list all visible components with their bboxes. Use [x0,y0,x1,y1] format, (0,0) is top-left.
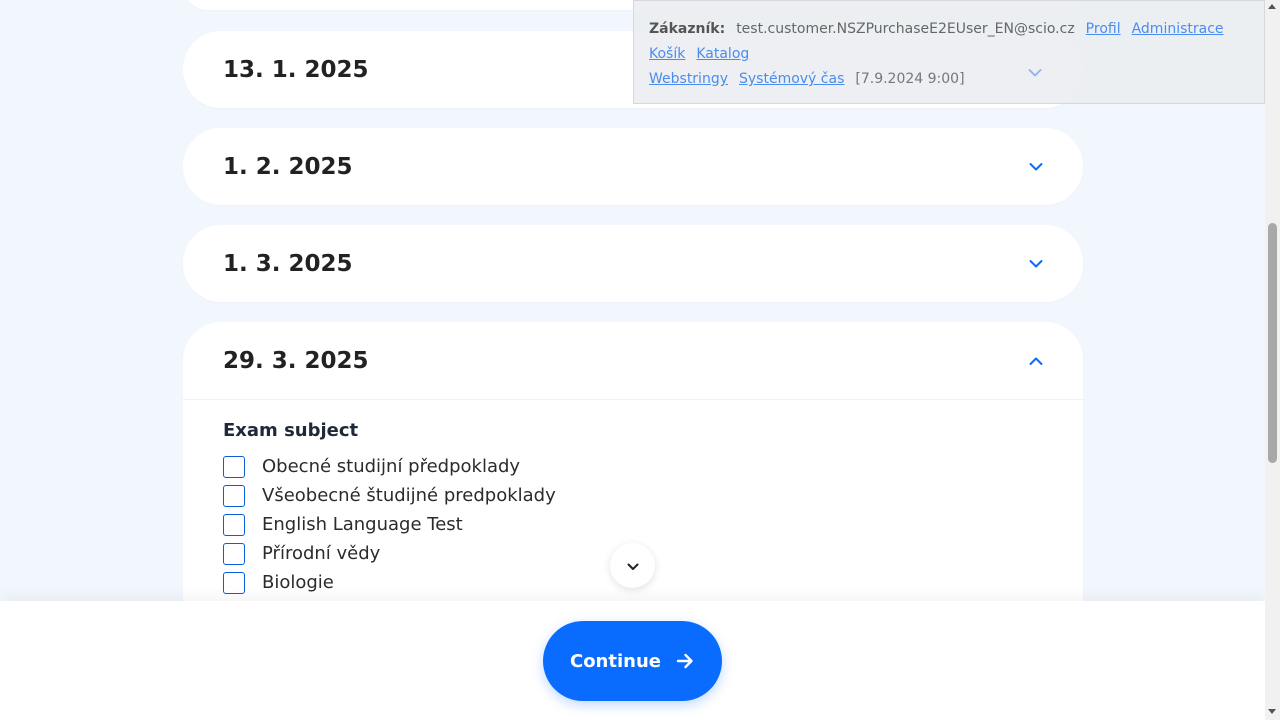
date-card-1-3-2025: 1. 3. 2025 [183,225,1083,302]
continue-label: Continue [569,650,661,672]
chevron-down-icon[interactable] [1028,62,1042,87]
date-card-header[interactable]: 1. 3. 2025 [183,225,1083,302]
webstringy-link[interactable]: Webstringy [649,71,728,87]
subject-checkbox[interactable] [223,513,245,536]
admin-row-2: Košík Katalog [649,42,1249,67]
subject-label: Biologie [262,572,334,593]
subject-option[interactable]: English Language Test [223,510,1043,539]
scroll-up-arrow-icon[interactable] [1268,4,1276,9]
subject-option[interactable]: Všeobecné študijné predpoklady [223,481,1043,510]
footer-bar: Continue [0,601,1265,720]
date-label: 13. 1. 2025 [223,56,369,83]
subject-checkbox[interactable] [223,484,245,507]
kosik-link[interactable]: Košík [649,46,685,62]
page-scrollbar[interactable] [1265,0,1280,720]
chevron-down-icon [1029,160,1043,174]
chevron-down-icon [1029,257,1043,271]
subject-option[interactable]: Obecné studijní předpoklady [223,452,1043,481]
date-card-header[interactable]: 1. 2. 2025 [183,128,1083,205]
continue-button[interactable]: Continue [543,621,722,701]
subject-label: Všeobecné študijné predpoklady [262,485,556,506]
exam-subject-label: Exam subject [223,420,359,441]
date-label: 1. 2. 2025 [223,153,353,180]
page: 13. 1. 2025 1. 2. 2025 1. 3. 2025 29. 3.… [0,0,1265,720]
date-card-1-2-2025: 1. 2. 2025 [183,128,1083,205]
profil-link[interactable]: Profil [1086,21,1121,37]
system-time: [7.9.2024 9:00] [855,71,965,87]
administrace-link[interactable]: Administrace [1132,21,1224,37]
systemovy-cas-link[interactable]: Systémový čas [739,71,844,87]
subject-label: Obecné studijní předpoklady [262,456,521,477]
date-label: 29. 3. 2025 [223,347,369,374]
customer-label: Zákazník: [649,21,726,37]
admin-row-3: Webstringy Systémový čas [7.9.2024 9:00] [649,67,1249,92]
admin-row-1: Zákazník: test.customer.NSZPurchaseE2EUse… [649,17,1249,42]
exam-subject-section: Exam subject Obecné studijní předpoklady… [183,400,1083,626]
subject-checkbox[interactable] [223,542,245,565]
admin-debug-panel: Zákazník: test.customer.NSZPurchaseE2EUse… [633,0,1265,104]
chevron-up-icon [1029,354,1043,368]
subject-label: Přírodní vědy [262,543,381,564]
chevron-down-icon [627,556,639,575]
scroll-down-button[interactable] [610,543,655,588]
scrollbar-thumb[interactable] [1268,223,1277,463]
scroll-down-arrow-icon[interactable] [1268,709,1276,714]
subject-checkbox[interactable] [223,571,245,594]
subject-checkbox[interactable] [223,455,245,478]
date-card-header[interactable]: 29. 3. 2025 [183,322,1083,399]
katalog-link[interactable]: Katalog [696,46,749,62]
date-label: 1. 3. 2025 [223,250,353,277]
subject-label: English Language Test [262,514,463,535]
arrow-right-icon [675,651,695,671]
customer-email: test.customer.NSZPurchaseE2EUser_EN@scio… [736,21,1075,37]
